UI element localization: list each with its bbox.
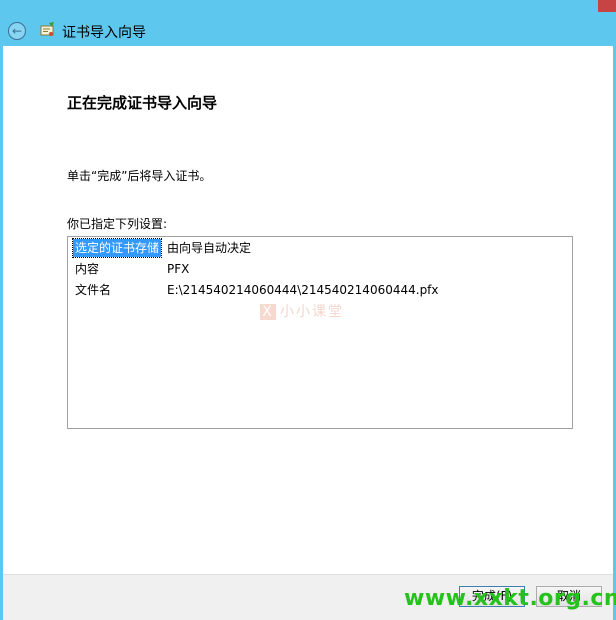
site-watermark: www.xxkt.org.cn	[404, 586, 616, 611]
setting-value: E:\214540214060444\214540214060444.pfx	[167, 283, 439, 297]
watermark-logo-icon: X	[260, 304, 276, 320]
settings-list-label: 你已指定下列设置:	[67, 217, 168, 231]
center-watermark: X 小小课堂	[260, 301, 344, 321]
close-button-corner[interactable]	[598, 0, 616, 12]
setting-key: 内容	[75, 262, 100, 276]
setting-value: PFX	[167, 262, 190, 276]
certificate-wizard-icon	[40, 22, 54, 36]
back-arrow-icon: ←	[11, 24, 23, 38]
wizard-content: 正在完成证书导入向导 单击“完成”后将导入证书。 你已指定下列设置: 选定的证书…	[3, 46, 613, 574]
description-text: 单击“完成”后将导入证书。	[67, 169, 212, 183]
title-bar: ← 证书导入向导	[0, 0, 616, 46]
back-button[interactable]: ←	[8, 22, 26, 40]
settings-list[interactable]: 选定的证书存储 由向导自动决定 内容 PFX 文件名 E:\2145402140…	[67, 236, 573, 429]
page-heading: 正在完成证书导入向导	[67, 94, 218, 112]
setting-key: 选定的证书存储	[71, 238, 163, 258]
setting-value: 由向导自动决定	[167, 241, 252, 255]
setting-key: 文件名	[75, 283, 112, 297]
window-title: 证书导入向导	[62, 25, 146, 41]
